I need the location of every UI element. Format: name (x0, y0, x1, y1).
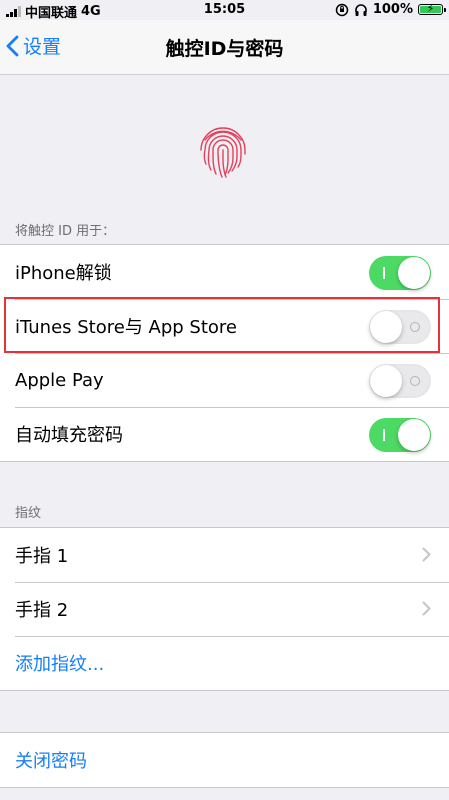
chevron-right-icon (422, 601, 431, 616)
password-autofill-label: 自动填充密码 (15, 425, 123, 446)
highlight-box (4, 297, 440, 353)
iphone-unlock-label: iPhone解锁 (15, 263, 112, 284)
add-fingerprint-link[interactable]: 添加指纹... (15, 650, 104, 676)
finger-2-row[interactable]: 手指 2 (0, 582, 449, 636)
turn-off-passcode-row[interactable]: 关闭密码 (0, 733, 449, 787)
status-bar: 中国联通 4G 15:05 100% ⚡ (0, 0, 449, 21)
iphone-unlock-row: iPhone解锁 (0, 245, 449, 299)
apple-pay-row: Apple Pay (0, 353, 449, 407)
fingerprints-section-header: 指纹 (15, 506, 42, 521)
chevron-right-icon (422, 547, 431, 562)
apple-pay-toggle[interactable] (369, 364, 431, 398)
headphones-icon (355, 3, 367, 16)
password-autofill-toggle[interactable] (369, 418, 431, 452)
touch-id-options-group: iPhone解锁 iTunes Store与 App Store Apple P… (0, 244, 449, 462)
turn-off-passcode-link[interactable]: 关闭密码 (15, 747, 87, 773)
fingerprints-group: 手指 1 手指 2 添加指纹... (0, 527, 449, 691)
finger-2-label: 手指 2 (15, 600, 69, 621)
add-fingerprint-row[interactable]: 添加指纹... (0, 636, 449, 690)
rotation-lock-icon (335, 3, 349, 16)
status-right: 100% ⚡ (335, 2, 446, 17)
finger-1-label: 手指 1 (15, 546, 69, 567)
iphone-unlock-toggle[interactable] (369, 256, 431, 290)
finger-1-row[interactable]: 手指 1 (0, 528, 449, 582)
navigation-bar: 设置 触控ID与密码 (0, 20, 449, 75)
touch-id-section-header: 将触控 ID 用于： (15, 224, 116, 239)
passcode-group: 关闭密码 (0, 732, 449, 788)
password-autofill-row: 自动填充密码 (0, 407, 449, 461)
apple-pay-label: Apple Pay (15, 369, 104, 391)
page-title: 触控ID与密码 (165, 38, 284, 60)
battery-charging-icon: ⚡ (418, 2, 446, 15)
fingerprint-icon (200, 127, 246, 178)
battery-percentage: 100% (372, 2, 413, 17)
